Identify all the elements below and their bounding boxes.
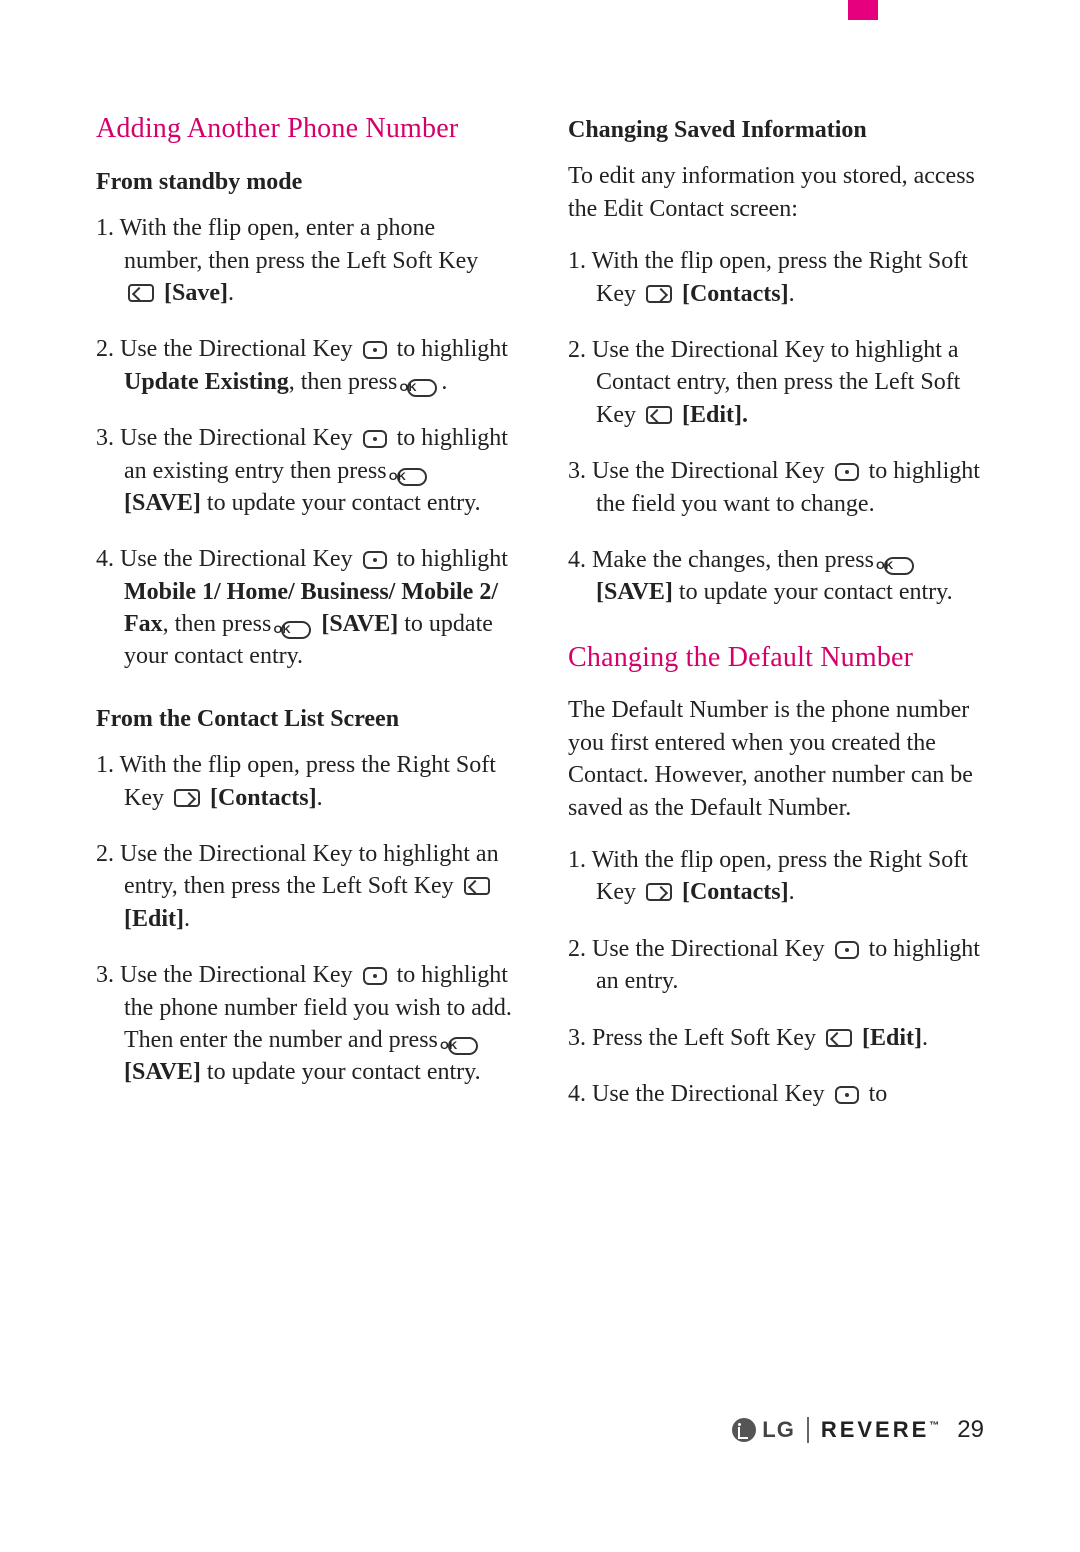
label: [Contacts] xyxy=(682,281,789,307)
label: [Contacts] xyxy=(210,785,317,811)
text: , then press xyxy=(163,611,278,637)
label: [SAVE] xyxy=(321,611,398,637)
text: 3. Use the Directional Key xyxy=(568,458,831,484)
directional-key-icon xyxy=(363,551,387,569)
text: 2. Use the Directional Key to highlight … xyxy=(96,841,499,899)
text: to xyxy=(863,1081,888,1107)
left-soft-key-icon xyxy=(646,406,672,424)
trademark: ™ xyxy=(929,1421,939,1432)
step: 2. Use the Directional Key to highlight … xyxy=(568,334,984,431)
step: 1. With the flip open, press the Right S… xyxy=(568,245,984,310)
left-soft-key-icon xyxy=(128,284,154,302)
step: 3. Use the Directional Key to highlight … xyxy=(568,455,984,520)
step: 4. Make the changes, then press OK [SAVE… xyxy=(568,544,984,609)
step: 1. With the flip open, enter a phone num… xyxy=(96,212,512,309)
directional-key-icon xyxy=(363,967,387,985)
directional-key-icon xyxy=(835,1086,859,1104)
lg-brand-text: LG xyxy=(762,1415,795,1445)
step: 3. Use the Directional Key to highlight … xyxy=(96,959,512,1089)
directional-key-icon xyxy=(835,941,859,959)
directional-key-icon xyxy=(363,430,387,448)
text: . xyxy=(228,280,234,306)
label: [SAVE] xyxy=(596,579,673,605)
text: . xyxy=(441,369,447,395)
page-accent-bar xyxy=(848,0,878,20)
page-footer: LG REVERE™ 29 xyxy=(732,1414,984,1446)
section-heading-default: Changing the Default Number xyxy=(568,639,984,677)
text: to highlight xyxy=(391,546,508,572)
right-soft-key-icon xyxy=(174,789,200,807)
text: 2. Use the Directional Key xyxy=(96,336,359,362)
text: 4. Use the Directional Key xyxy=(568,1081,831,1107)
step: 2. Use the Directional Key to highlight … xyxy=(96,838,512,935)
lg-logo: LG xyxy=(732,1415,795,1445)
text: to update your contact entry. xyxy=(673,579,953,605)
directional-key-icon xyxy=(835,463,859,481)
product-name: REVERE™ xyxy=(821,1415,939,1445)
ok-key-icon: OK xyxy=(397,468,427,486)
lg-logo-icon xyxy=(732,1418,756,1442)
text: 2. Use the Directional Key xyxy=(568,936,831,962)
subhead-changing-saved: Changing Saved Information xyxy=(568,114,984,146)
label: [Save] xyxy=(164,280,228,306)
step: 1. With the flip open, press the Right S… xyxy=(96,749,512,814)
ok-key-icon: OK xyxy=(407,379,437,397)
ok-key-icon: OK xyxy=(281,621,311,639)
page-content: Adding Another Phone Number From standby… xyxy=(0,0,1080,1140)
left-soft-key-icon xyxy=(826,1029,852,1047)
subhead-standby: From standby mode xyxy=(96,166,512,198)
label: [SAVE] xyxy=(124,490,201,516)
text: 3. Use the Directional Key xyxy=(96,425,359,451)
block-standby: From standby mode 1. With the flip open,… xyxy=(96,166,512,673)
page-number: 29 xyxy=(957,1414,984,1446)
right-soft-key-icon xyxy=(646,285,672,303)
text: . xyxy=(789,281,795,307)
step: 3. Press the Left Soft Key [Edit]. xyxy=(568,1022,984,1054)
intro-text: To edit any information you stored, acce… xyxy=(568,160,984,225)
label: Update Existing xyxy=(124,369,289,395)
text: . xyxy=(317,785,323,811)
product-text: REVERE xyxy=(821,1417,929,1442)
right-soft-key-icon xyxy=(646,883,672,901)
step: 1. With the flip open, press the Right S… xyxy=(568,844,984,909)
block-changing-saved: Changing Saved Information To edit any i… xyxy=(568,114,984,609)
text: 3. Use the Directional Key xyxy=(96,962,359,988)
label: [Edit] xyxy=(862,1025,922,1051)
block-default-number: The Default Number is the phone number y… xyxy=(568,694,984,1110)
step: 2. Use the Directional Key to highlight … xyxy=(568,933,984,998)
text: 1. With the flip open, enter a phone num… xyxy=(96,215,478,273)
ok-key-icon: OK xyxy=(884,557,914,575)
text: , then press xyxy=(289,369,404,395)
text: 4. Make the changes, then press xyxy=(568,547,880,573)
label: [SAVE] xyxy=(124,1059,201,1085)
label: [Edit]. xyxy=(682,402,748,428)
text: . xyxy=(789,879,795,905)
section-heading-adding: Adding Another Phone Number xyxy=(96,110,512,148)
text: . xyxy=(184,906,190,932)
right-column: Changing Saved Information To edit any i… xyxy=(568,110,984,1140)
left-column: Adding Another Phone Number From standby… xyxy=(96,110,512,1140)
text: to update your contact entry. xyxy=(201,1059,481,1085)
left-soft-key-icon xyxy=(464,877,490,895)
label: [Edit] xyxy=(124,906,184,932)
step: 2. Use the Directional Key to highlight … xyxy=(96,333,512,398)
intro-text: The Default Number is the phone number y… xyxy=(568,694,984,824)
label: [Contacts] xyxy=(682,879,789,905)
step: 3. Use the Directional Key to highlight … xyxy=(96,422,512,519)
text: to highlight xyxy=(391,336,508,362)
footer-divider xyxy=(807,1417,809,1443)
step: 4. Use the Directional Key to highlight … xyxy=(96,543,512,673)
directional-key-icon xyxy=(363,341,387,359)
text: . xyxy=(922,1025,928,1051)
text: 2. Use the Directional Key to highlight … xyxy=(568,337,960,428)
subhead-contact-list: From the Contact List Screen xyxy=(96,703,512,735)
ok-key-icon: OK xyxy=(448,1037,478,1055)
text: 4. Use the Directional Key xyxy=(96,546,359,572)
text: to update your contact entry. xyxy=(201,490,481,516)
text: 3. Press the Left Soft Key xyxy=(568,1025,822,1051)
block-contact-list: From the Contact List Screen 1. With the… xyxy=(96,703,512,1089)
step: 4. Use the Directional Key to xyxy=(568,1078,984,1110)
